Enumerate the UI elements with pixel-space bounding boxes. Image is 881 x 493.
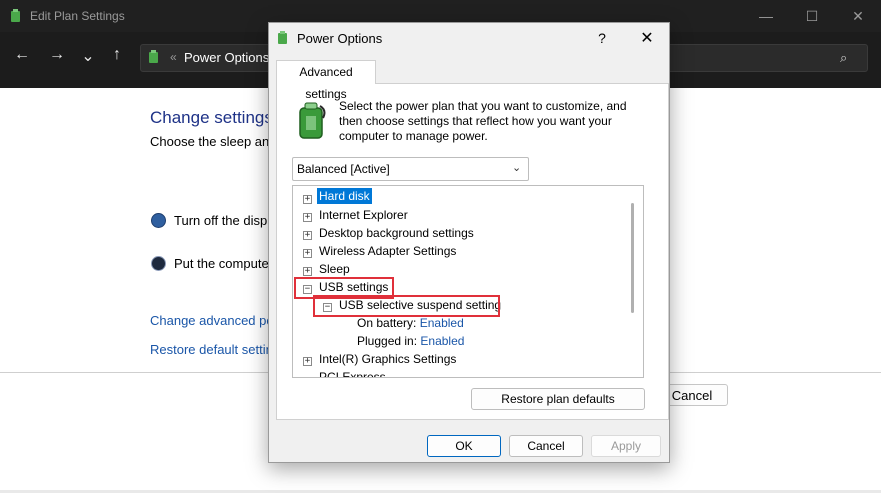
battery-power-icon [299,102,326,139]
expand-icon[interactable]: + [303,249,312,258]
close-window-button[interactable]: ✕ [835,0,881,32]
power-plan-icon [11,9,20,22]
sleep-label: Put the computer [174,256,273,271]
breadcrumb-power-options[interactable]: Power Options [184,50,269,65]
expand-icon[interactable]: + [303,267,312,276]
ok-button[interactable]: OK [427,435,501,457]
tree-item-hard-disk[interactable]: Hard disk [317,188,372,204]
on-battery-label: On battery: [357,316,417,330]
restore-plan-defaults-button[interactable]: Restore plan defaults [471,388,645,410]
tree-item-intel-graphics[interactable]: Intel(R) Graphics Settings [319,352,456,366]
search-icon[interactable]: ⌕ [840,50,847,66]
cancel-button[interactable]: Cancel [509,435,583,457]
expand-icon[interactable]: + [303,213,312,222]
chevron-down-icon: ⌄ [512,162,522,174]
tree-item-wireless-adapter[interactable]: Wireless Adapter Settings [319,244,456,258]
page-title: Change settings f [150,108,283,127]
up-arrow-icon[interactable]: ↑ [105,46,129,64]
page-subtitle: Choose the sleep and c [150,134,287,149]
maximize-button[interactable]: ☐ [789,0,835,32]
plugged-in-label: Plugged in: [357,334,418,348]
expand-icon[interactable]: + [303,357,312,366]
on-battery-setting[interactable]: On battery: Enabled [357,316,464,330]
plugged-in-setting[interactable]: Plugged in: Enabled [357,334,464,348]
recent-locations-icon[interactable]: ⌄ [76,46,100,66]
on-battery-value[interactable]: Enabled [420,316,464,330]
restore-default-settings-link[interactable]: Restore default setting [150,342,280,357]
tree-item-label: Hard disk [317,188,372,204]
tree-item-pci-express[interactable]: PCI Express [319,370,386,377]
highlight-box-usb-selective [313,295,500,317]
dialog-close-button[interactable]: ✕ [638,28,656,48]
sleep-icon [151,256,166,271]
forward-arrow-icon[interactable]: → [45,46,69,64]
turn-off-display-label: Turn off the displa [174,213,278,228]
tree-scrollbar[interactable] [631,203,634,313]
expand-icon[interactable]: + [303,231,312,240]
dialog-title: Power Options [297,31,383,46]
back-arrow-icon[interactable]: ← [10,46,34,64]
tree-item-desktop-background[interactable]: Desktop background settings [319,226,474,240]
apply-button[interactable]: Apply [591,435,661,457]
control-panel-icon [149,50,158,63]
help-button[interactable]: ? [594,30,610,46]
minimize-button[interactable]: — [743,0,789,32]
breadcrumb-separator: « [170,50,177,64]
power-plan-selected-value: Balanced [Active] [297,162,390,176]
expand-icon[interactable]: + [303,195,312,204]
background-window-title: Edit Plan Settings [30,9,125,23]
tree-item-internet-explorer[interactable]: Internet Explorer [319,208,408,222]
tree-item-sleep[interactable]: Sleep [319,262,350,276]
tab-advanced-settings[interactable]: Advanced settings [276,60,376,101]
power-options-icon [278,31,287,44]
display-icon [151,213,166,228]
dialog-description: Select the power plan that you want to c… [339,99,627,143]
change-advanced-power-link[interactable]: Change advanced pow [150,313,283,328]
plugged-in-value[interactable]: Enabled [420,334,464,348]
